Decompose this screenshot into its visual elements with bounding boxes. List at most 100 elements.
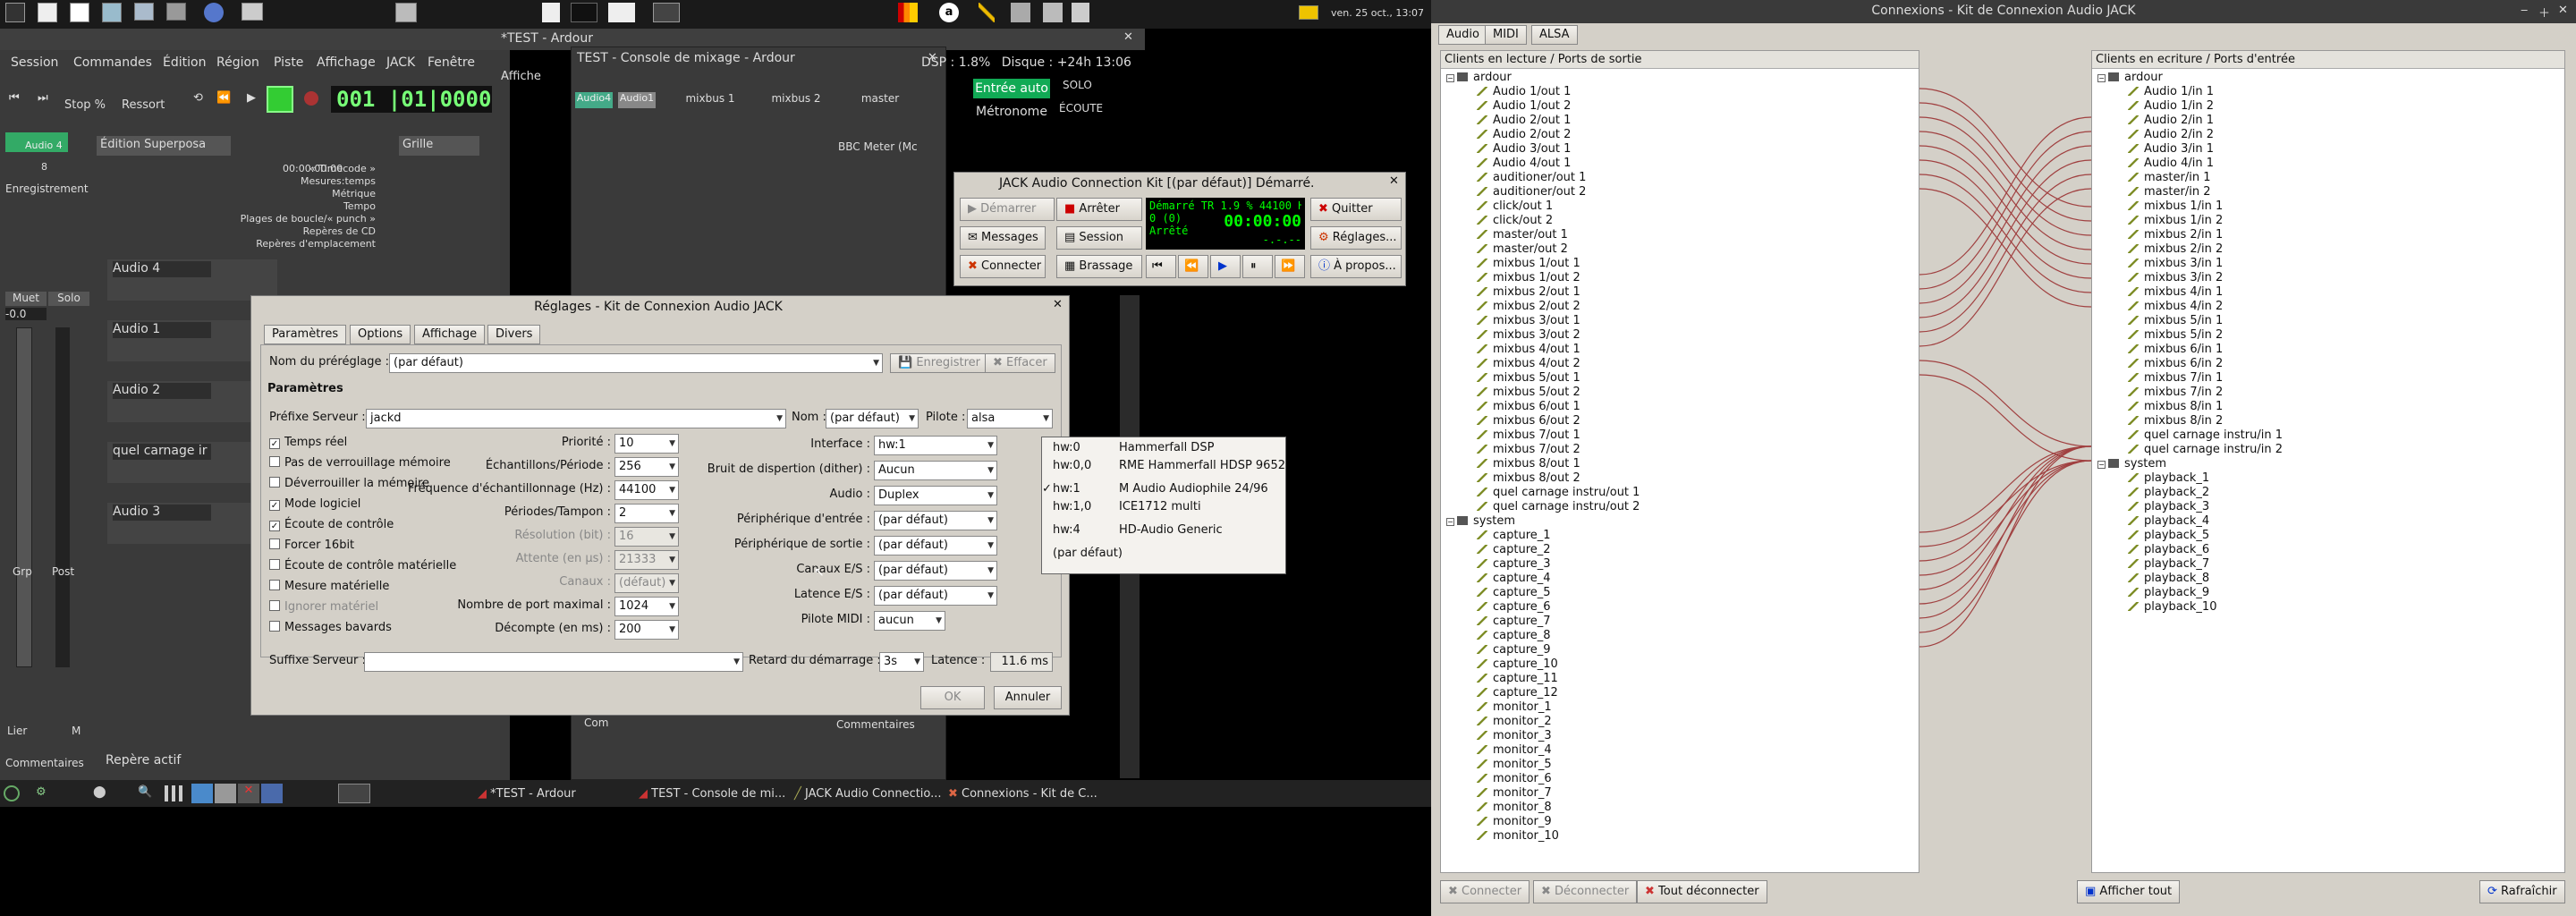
metronome-button[interactable]: Métronome bbox=[973, 102, 1050, 122]
port-item[interactable]: playback_10 bbox=[2097, 600, 2559, 615]
port-item[interactable]: mixbus 4/in 1 bbox=[2097, 285, 2559, 300]
port-item[interactable]: mixbus 3/in 2 bbox=[2097, 271, 2559, 285]
rewind-icon[interactable]: ⏪ bbox=[216, 91, 231, 105]
port-item[interactable]: Audio 2/in 2 bbox=[2097, 128, 2559, 142]
rate-select[interactable]: 44100 bbox=[614, 480, 679, 500]
pause-button[interactable]: ⏸ bbox=[1242, 255, 1273, 278]
refresh-button[interactable]: ⟳ Rafraîchir bbox=[2479, 880, 2565, 903]
suffix-select[interactable] bbox=[364, 652, 743, 672]
port-item[interactable]: capture_4 bbox=[1446, 572, 1911, 586]
window-icon[interactable] bbox=[608, 3, 635, 22]
port-item[interactable]: mixbus 3/in 1 bbox=[2097, 257, 2559, 271]
server-prefix-select[interactable]: jackd bbox=[366, 409, 786, 428]
check-unlock[interactable]: Déverrouiller la mémoire bbox=[269, 477, 429, 490]
play-button[interactable]: ▶ bbox=[1210, 255, 1241, 278]
collapse-icon[interactable]: − bbox=[1446, 518, 1454, 526]
menu-fenetre[interactable]: Fenêtre bbox=[428, 55, 475, 70]
popup-item[interactable]: hw:0,0 RME Hammerfall HDSP 9652 bbox=[1042, 457, 1285, 475]
ed-gain-value[interactable]: -0.0 bbox=[5, 308, 47, 320]
tab-options[interactable]: Options bbox=[350, 325, 411, 344]
ruler-meter[interactable]: Métrique bbox=[332, 188, 376, 199]
settings-tray-icon[interactable]: ⚙ bbox=[36, 785, 47, 799]
shell-icon[interactable] bbox=[653, 3, 680, 22]
start-button[interactable]: ▶ Démarrer bbox=[960, 198, 1055, 221]
qjackctl-display[interactable]: Démarré TR 1.9 % 44100 Hz 0 (0) 00:00:00… bbox=[1146, 198, 1305, 250]
port-item[interactable]: monitor_9 bbox=[1446, 815, 1911, 829]
ed-grp-button[interactable]: Grp bbox=[13, 565, 32, 578]
collapse-icon[interactable]: − bbox=[2097, 74, 2106, 82]
port-item[interactable]: mixbus 6/in 2 bbox=[2097, 357, 2559, 371]
tab-midi[interactable]: MIDI bbox=[1485, 25, 1527, 45]
port-item[interactable]: Audio 1/in 2 bbox=[2097, 99, 2559, 114]
port-item[interactable]: playback_5 bbox=[2097, 529, 2559, 543]
port-item[interactable]: master/in 1 bbox=[2097, 171, 2559, 185]
tab-audio[interactable]: Audio bbox=[1438, 25, 1487, 45]
delete-preset-button[interactable]: ✖ Effacer bbox=[985, 353, 1055, 373]
port-item[interactable]: capture_2 bbox=[1446, 543, 1911, 557]
port-item[interactable]: capture_3 bbox=[1446, 557, 1911, 572]
menu-commandes[interactable]: Commandes bbox=[73, 55, 152, 70]
port-item[interactable]: Audio 2/out 1 bbox=[1446, 114, 1911, 128]
port-item[interactable]: mixbus 7/in 1 bbox=[2097, 371, 2559, 386]
port-item[interactable]: mixbus 7/in 2 bbox=[2097, 386, 2559, 400]
port-item[interactable]: mixbus 6/out 2 bbox=[1446, 414, 1911, 428]
priority-spin[interactable]: 10 bbox=[614, 434, 679, 454]
port-item[interactable]: click/out 2 bbox=[1446, 214, 1911, 228]
menu-affichage[interactable]: Affichage bbox=[317, 55, 376, 70]
menu-region[interactable]: Région bbox=[216, 55, 259, 70]
port-item[interactable]: mixbus 1/in 1 bbox=[2097, 199, 2559, 214]
strip-audio4[interactable]: Audio4 bbox=[575, 92, 613, 108]
a-logo-icon[interactable]: a bbox=[939, 3, 959, 22]
goto-start-icon[interactable]: ⏮ bbox=[9, 91, 20, 105]
ed-solo-button[interactable]: Solo bbox=[48, 292, 89, 306]
check-hwmon[interactable]: Écoute de contrôle matérielle bbox=[269, 559, 456, 572]
port-item[interactable]: mixbus 2/out 1 bbox=[1446, 285, 1911, 300]
client-group[interactable]: − ardour bbox=[1446, 71, 1911, 85]
ed-mute-button[interactable]: Muet bbox=[5, 292, 47, 306]
input-ports-tree[interactable]: Clients en ecriture / Ports d'entrée − ar… bbox=[2091, 50, 2565, 873]
port-item[interactable]: mixbus 7/out 1 bbox=[1446, 428, 1911, 443]
firefox-icon[interactable] bbox=[204, 3, 224, 22]
port-item[interactable]: playback_8 bbox=[2097, 572, 2559, 586]
port-item[interactable]: playback_9 bbox=[2097, 586, 2559, 600]
port-item[interactable]: mixbus 5/out 1 bbox=[1446, 371, 1911, 386]
port-item[interactable]: capture_10 bbox=[1446, 657, 1911, 672]
workspace-icon[interactable] bbox=[191, 784, 213, 803]
client-group[interactable]: − system bbox=[1446, 514, 1911, 529]
collapse-icon[interactable]: − bbox=[2097, 461, 2106, 469]
calendar-icon[interactable] bbox=[70, 3, 89, 22]
forward-button[interactable]: ⏩ bbox=[1275, 255, 1305, 278]
port-item[interactable]: quel carnage instru/out 1 bbox=[1446, 486, 1911, 500]
port-item[interactable]: mixbus 8/in 1 bbox=[2097, 400, 2559, 414]
wait-select[interactable]: 21333 bbox=[614, 550, 679, 570]
check-ignorehw[interactable]: Ignorer matériel bbox=[269, 600, 378, 614]
stop-button[interactable] bbox=[267, 86, 293, 113]
port-item[interactable]: monitor_4 bbox=[1446, 743, 1911, 758]
qjackctl-close-icon[interactable]: ✕ bbox=[1389, 174, 1399, 188]
rewind-button[interactable]: ⏮ bbox=[1146, 255, 1176, 278]
port-item[interactable]: mixbus 4/in 2 bbox=[2097, 300, 2559, 314]
workspace4-icon[interactable] bbox=[261, 784, 283, 803]
save-preset-button[interactable]: 💾 Enregistrer bbox=[890, 353, 988, 373]
folder2-icon[interactable] bbox=[166, 3, 186, 21]
settings-button[interactable]: ⚙ Réglages... bbox=[1310, 226, 1402, 250]
track-name[interactable]: Audio 1 bbox=[113, 322, 211, 338]
task-mixer[interactable]: ◢ TEST - Console de mi... bbox=[639, 785, 785, 804]
delay-spin[interactable]: 3s bbox=[879, 652, 924, 672]
port-item[interactable]: mixbus 6/out 1 bbox=[1446, 400, 1911, 414]
active-marker-label[interactable]: Repère actif bbox=[106, 753, 181, 768]
port-item[interactable]: Audio 1/out 1 bbox=[1446, 85, 1911, 99]
port-item[interactable]: capture_8 bbox=[1446, 629, 1911, 643]
popup-item[interactable]: hw:0 Hammerfall DSP bbox=[1042, 439, 1285, 457]
workspace2-icon[interactable] bbox=[215, 784, 236, 803]
check-nomlock[interactable]: Pas de verrouillage mémoire bbox=[269, 456, 451, 470]
terminal2-icon[interactable] bbox=[571, 3, 597, 22]
check-realtime[interactable]: ✓ Temps réel bbox=[269, 436, 347, 449]
workspace5-icon[interactable] bbox=[338, 784, 370, 803]
port-item[interactable]: playback_2 bbox=[2097, 486, 2559, 500]
quit-button[interactable]: ✖ Quitter bbox=[1310, 198, 1402, 221]
left-tree-header[interactable]: Clients en lecture / Ports de sortie bbox=[1441, 51, 1919, 69]
port-item[interactable]: master/out 2 bbox=[1446, 242, 1911, 257]
strip-master[interactable]: master bbox=[840, 92, 920, 108]
output-device-select[interactable]: (par défaut) bbox=[874, 536, 997, 556]
